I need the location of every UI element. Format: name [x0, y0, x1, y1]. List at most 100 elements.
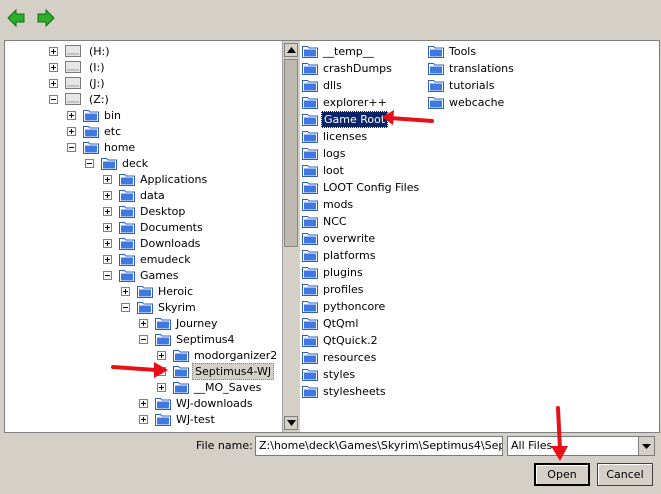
- expand-icon[interactable]: [103, 254, 112, 264]
- tree-item[interactable]: data: [103, 187, 167, 203]
- tree-item[interactable]: modorganizer2: [157, 347, 279, 363]
- expand-icon[interactable]: [49, 78, 58, 88]
- file-list-item[interactable]: profiles: [302, 281, 365, 297]
- expand-icon[interactable]: [139, 414, 148, 424]
- file-list-item[interactable]: tutorials: [428, 77, 496, 93]
- filename-input[interactable]: Z:\home\deck\Games\Skyrim\Septimus4\Sept…: [255, 436, 503, 456]
- file-list-item[interactable]: pythoncore: [302, 298, 387, 314]
- file-list-item[interactable]: Game Root: [302, 110, 389, 128]
- expand-icon[interactable]: [157, 382, 166, 392]
- expand-icon[interactable]: [139, 398, 148, 408]
- collapse-icon[interactable]: [121, 302, 130, 312]
- expand-icon[interactable]: [103, 174, 112, 184]
- collapse-icon[interactable]: [85, 158, 94, 168]
- tree-item-label: Heroic: [158, 284, 194, 298]
- expand-icon[interactable]: [103, 222, 112, 232]
- cancel-button[interactable]: Cancel: [597, 463, 653, 486]
- file-list-item[interactable]: licenses: [302, 128, 369, 144]
- file-list-item[interactable]: platforms: [302, 247, 377, 263]
- expand-icon[interactable]: [103, 190, 112, 200]
- file-list-item[interactable]: styles: [302, 366, 357, 382]
- collapse-icon[interactable]: [103, 270, 112, 280]
- tree-item[interactable]: Septimus4: [139, 331, 237, 347]
- expand-icon[interactable]: [103, 238, 112, 248]
- scroll-down-button[interactable]: [284, 416, 298, 430]
- tree-item[interactable]: deck: [85, 155, 150, 171]
- scroll-up-button[interactable]: [284, 43, 298, 57]
- expand-icon[interactable]: [103, 206, 112, 216]
- tree-item[interactable]: (J:): [49, 75, 107, 91]
- file-list-item[interactable]: resources: [302, 349, 378, 365]
- tree-item[interactable]: Skyrim: [121, 299, 198, 315]
- tree-item[interactable]: Downloads: [103, 235, 202, 251]
- file-list-item[interactable]: __temp__: [302, 43, 376, 59]
- tree-item[interactable]: etc: [67, 123, 123, 139]
- file-list-item[interactable]: crashDumps: [302, 60, 394, 76]
- tree-item[interactable]: bin: [67, 107, 123, 123]
- file-list-item[interactable]: webcache: [428, 94, 506, 110]
- tree-item[interactable]: __MO_Saves: [157, 379, 263, 395]
- tree-item[interactable]: WJ-test: [139, 411, 217, 427]
- tree-item[interactable]: Applications: [103, 171, 209, 187]
- tree-item[interactable]: Games: [103, 267, 180, 283]
- open-button[interactable]: Open: [534, 463, 590, 486]
- tree-item[interactable]: WJ-downloads: [139, 395, 255, 411]
- collapse-icon[interactable]: [67, 142, 76, 152]
- folder-icon: [83, 140, 99, 154]
- file-list-item[interactable]: mods: [302, 196, 355, 212]
- file-list-item[interactable]: translations: [428, 60, 516, 76]
- expand-icon[interactable]: [121, 286, 130, 296]
- tree-item-label: bin: [104, 108, 122, 122]
- expand-icon[interactable]: [49, 46, 58, 56]
- file-list-item[interactable]: NCC: [302, 213, 349, 229]
- file-item-label: webcache: [449, 95, 505, 109]
- folder-icon: [302, 163, 318, 177]
- file-list-item[interactable]: logs: [302, 145, 348, 161]
- forward-arrow-icon[interactable]: [36, 8, 56, 28]
- folder-icon: [119, 172, 135, 186]
- file-list-item[interactable]: QtQml: [302, 315, 360, 331]
- back-arrow-icon[interactable]: [6, 8, 26, 28]
- tree-item[interactable]: Heroic: [121, 283, 195, 299]
- tree-scrollbar[interactable]: [282, 41, 300, 432]
- tree-item[interactable]: Journey: [139, 315, 220, 331]
- file-list-item[interactable]: LOOT Config Files: [302, 179, 421, 195]
- file-list-item[interactable]: Tools: [428, 43, 478, 59]
- toolbar: [0, 0, 661, 40]
- folder-icon: [302, 265, 318, 279]
- tree-item[interactable]: emudeck: [103, 251, 193, 267]
- folder-icon: [302, 146, 318, 160]
- expand-icon[interactable]: [157, 350, 166, 360]
- collapse-icon[interactable]: [139, 334, 148, 344]
- file-list-item[interactable]: dlls: [302, 77, 344, 93]
- file-type-select[interactable]: All Files: [507, 436, 655, 456]
- expand-icon[interactable]: [157, 366, 166, 376]
- file-item-label: platforms: [323, 248, 376, 262]
- scroll-thumb[interactable]: [284, 59, 298, 247]
- tree-item[interactable]: Desktop: [103, 203, 187, 219]
- expand-icon[interactable]: [139, 318, 148, 328]
- tree-item[interactable]: Septimus4-WJ: [157, 362, 275, 380]
- file-list-item[interactable]: QtQuick.2: [302, 332, 380, 348]
- folder-icon: [173, 380, 189, 394]
- tree-item[interactable]: (H:): [49, 43, 112, 59]
- tree-item[interactable]: (I:): [49, 59, 107, 75]
- tree-item[interactable]: home: [67, 139, 137, 155]
- file-list[interactable]: __temp__ crashDumps dlls explorer++ Game Roo…: [300, 41, 659, 432]
- folder-icon: [302, 61, 318, 75]
- tree-item[interactable]: Documents: [103, 219, 205, 235]
- file-list-item[interactable]: plugins: [302, 264, 365, 280]
- tree-item-label: emudeck: [140, 252, 191, 266]
- file-list-item[interactable]: explorer++: [302, 94, 389, 110]
- collapse-icon[interactable]: [49, 94, 58, 104]
- expand-icon[interactable]: [49, 62, 58, 72]
- file-list-item[interactable]: stylesheets: [302, 383, 388, 399]
- folder-tree[interactable]: (H:) (I:) (J:) (Z:) bin etc home deck Applicatio…: [5, 41, 281, 432]
- expand-icon[interactable]: [67, 126, 76, 136]
- file-list-item[interactable]: loot: [302, 162, 346, 178]
- folder-icon: [428, 44, 444, 58]
- file-list-item[interactable]: overwrite: [302, 230, 377, 246]
- tree-item[interactable]: (Z:): [49, 91, 111, 107]
- expand-icon[interactable]: [67, 110, 76, 120]
- chevron-down-icon[interactable]: [638, 437, 654, 455]
